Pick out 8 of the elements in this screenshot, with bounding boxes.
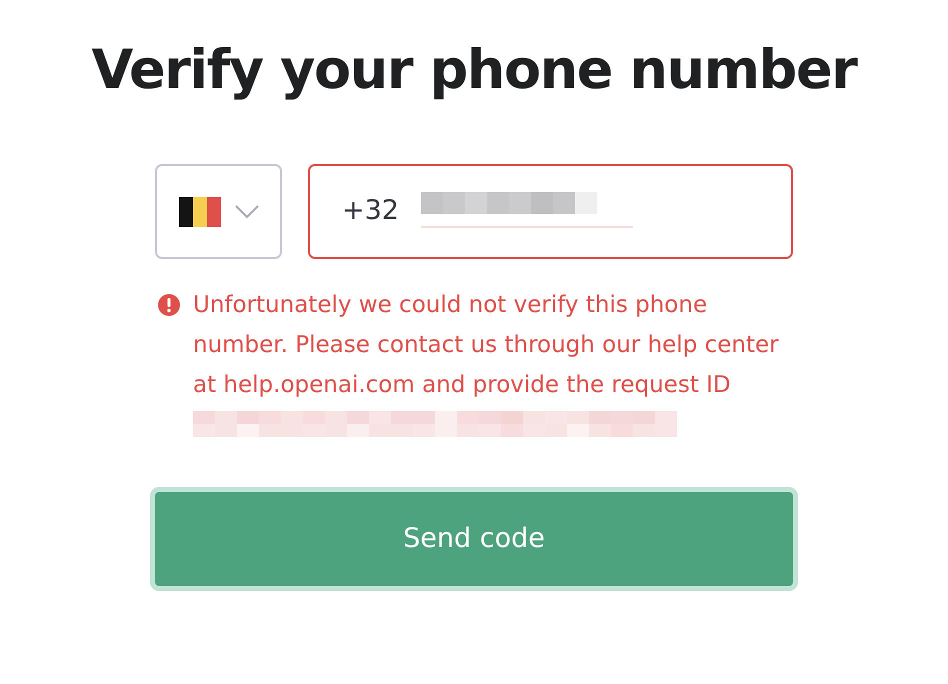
chevron-down-icon <box>234 204 258 218</box>
error-message: Unfortunately we could not verify this phone number. Please contact us through our help center at help.openai.com and provide the request ID <box>193 291 780 400</box>
flag-icon <box>178 196 220 226</box>
error-icon <box>157 293 181 317</box>
page-title: Verify your phone number <box>92 37 856 103</box>
phone-field[interactable]: +32 <box>308 164 793 259</box>
country-code: +32 <box>342 194 399 228</box>
country-select[interactable] <box>155 164 282 259</box>
